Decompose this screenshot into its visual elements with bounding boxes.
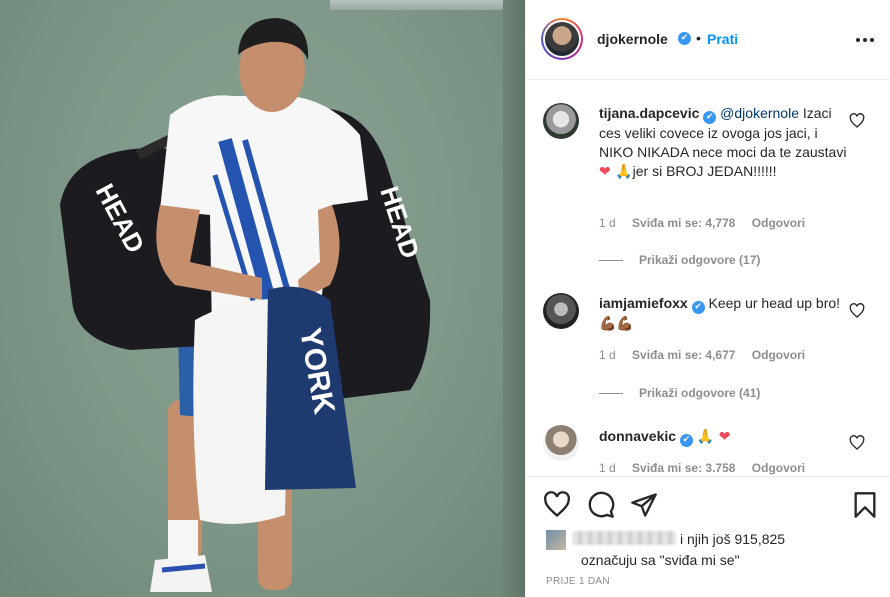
comment-text: donnavekic ✔ 🙏 ❤ — [599, 427, 849, 447]
comment-emoji: 💪🏾💪🏾 — [599, 316, 634, 332]
likes-label-text: označuju sa "sviđa mi se" — [581, 552, 740, 568]
comment-emoji: ❤ 🙏 — [599, 164, 633, 180]
post-side-panel: djokernole ✔ • Prati tijana.dapcevic ✔ @… — [525, 0, 890, 597]
comment-like-heart-icon[interactable] — [849, 303, 865, 319]
comment-icon[interactable] — [587, 491, 615, 519]
reply-button[interactable]: Odgovori — [752, 348, 805, 362]
comment-username[interactable]: donnavekic — [599, 428, 676, 444]
comment-avatar[interactable] — [543, 425, 579, 461]
verified-badge-icon: ✔ — [703, 111, 717, 124]
comment-meta: 1 d Sviđa mi se: 4,778 Odgovori — [599, 216, 818, 230]
follow-button[interactable]: Prati — [707, 31, 738, 47]
show-replies-button[interactable]: Prikaži odgovore (17) — [599, 253, 760, 267]
share-icon[interactable] — [630, 491, 658, 519]
post-actions: i njih još 915,825 označuju sa "sviđa mi… — [526, 476, 890, 597]
liker-username-blurred[interactable] — [572, 531, 676, 545]
post-photo: HEAD HEAD YORK — [0, 0, 525, 597]
comment-meta: 1 d Sviđa mi se: 3.758 Odgovori — [599, 461, 818, 475]
author-avatar[interactable] — [541, 18, 583, 60]
post-header: djokernole ✔ • Prati — [526, 0, 890, 80]
comment-avatar[interactable] — [543, 293, 579, 329]
comment-likes-count[interactable]: Sviđa mi se: 4,778 — [632, 216, 735, 230]
comments-list: tijana.dapcevic ✔ @djokernole Izaci ces … — [526, 81, 890, 476]
player-illustration: HEAD HEAD YORK — [60, 18, 431, 592]
reply-button[interactable]: Odgovori — [752, 461, 805, 475]
author-username[interactable]: djokernole — [597, 31, 668, 47]
comment-body: Keep ur head up bro! — [708, 295, 841, 311]
comment-text: iamjamiefoxx ✔ Keep ur head up bro! 💪🏾💪🏾 — [599, 294, 849, 334]
comment-avatar[interactable] — [543, 103, 579, 139]
comment-age: 1 d — [599, 348, 616, 362]
likes-count-text[interactable]: i njih još 915,825 — [680, 531, 785, 547]
verified-badge-icon: ✔ — [679, 434, 693, 447]
comment-like-heart-icon[interactable] — [849, 113, 865, 129]
comment-age: 1 d — [599, 216, 616, 230]
comment-age: 1 d — [599, 461, 616, 475]
show-replies-label: Prikaži odgovore (17) — [639, 253, 761, 267]
comment-body-tail: jer si BROJ JEDAN!!!!!! — [632, 163, 777, 179]
comment-text: tijana.dapcevic ✔ @djokernole Izaci ces … — [599, 104, 849, 182]
comment-username[interactable]: tijana.dapcevic — [599, 105, 699, 121]
liker-avatar[interactable] — [546, 530, 566, 550]
comment-meta: 1 d Sviđa mi se: 4,677 Odgovori — [599, 348, 818, 362]
heart-icon[interactable] — [543, 491, 571, 519]
bookmark-icon[interactable] — [851, 491, 879, 519]
comment-emoji: 🙏 ❤ — [696, 429, 731, 445]
comment-mention[interactable]: @djokernole — [720, 105, 799, 121]
verified-badge-icon: ✔ — [678, 32, 691, 45]
verified-badge-icon: ✔ — [691, 301, 705, 314]
post-timestamp: PRIJE 1 DAN — [546, 576, 610, 587]
show-replies-label: Prikaži odgovore (41) — [639, 386, 761, 400]
more-options-icon[interactable] — [856, 33, 876, 47]
comment-likes-count[interactable]: Sviđa mi se: 4,677 — [632, 348, 735, 362]
header-separator: • — [696, 30, 701, 46]
comment-like-heart-icon[interactable] — [849, 435, 865, 451]
show-replies-button[interactable]: Prikaži odgovore (41) — [599, 386, 760, 400]
comment-likes-count[interactable]: Sviđa mi se: 3.758 — [632, 461, 735, 475]
reply-button[interactable]: Odgovori — [752, 216, 805, 230]
comment-username[interactable]: iamjamiefoxx — [599, 295, 688, 311]
